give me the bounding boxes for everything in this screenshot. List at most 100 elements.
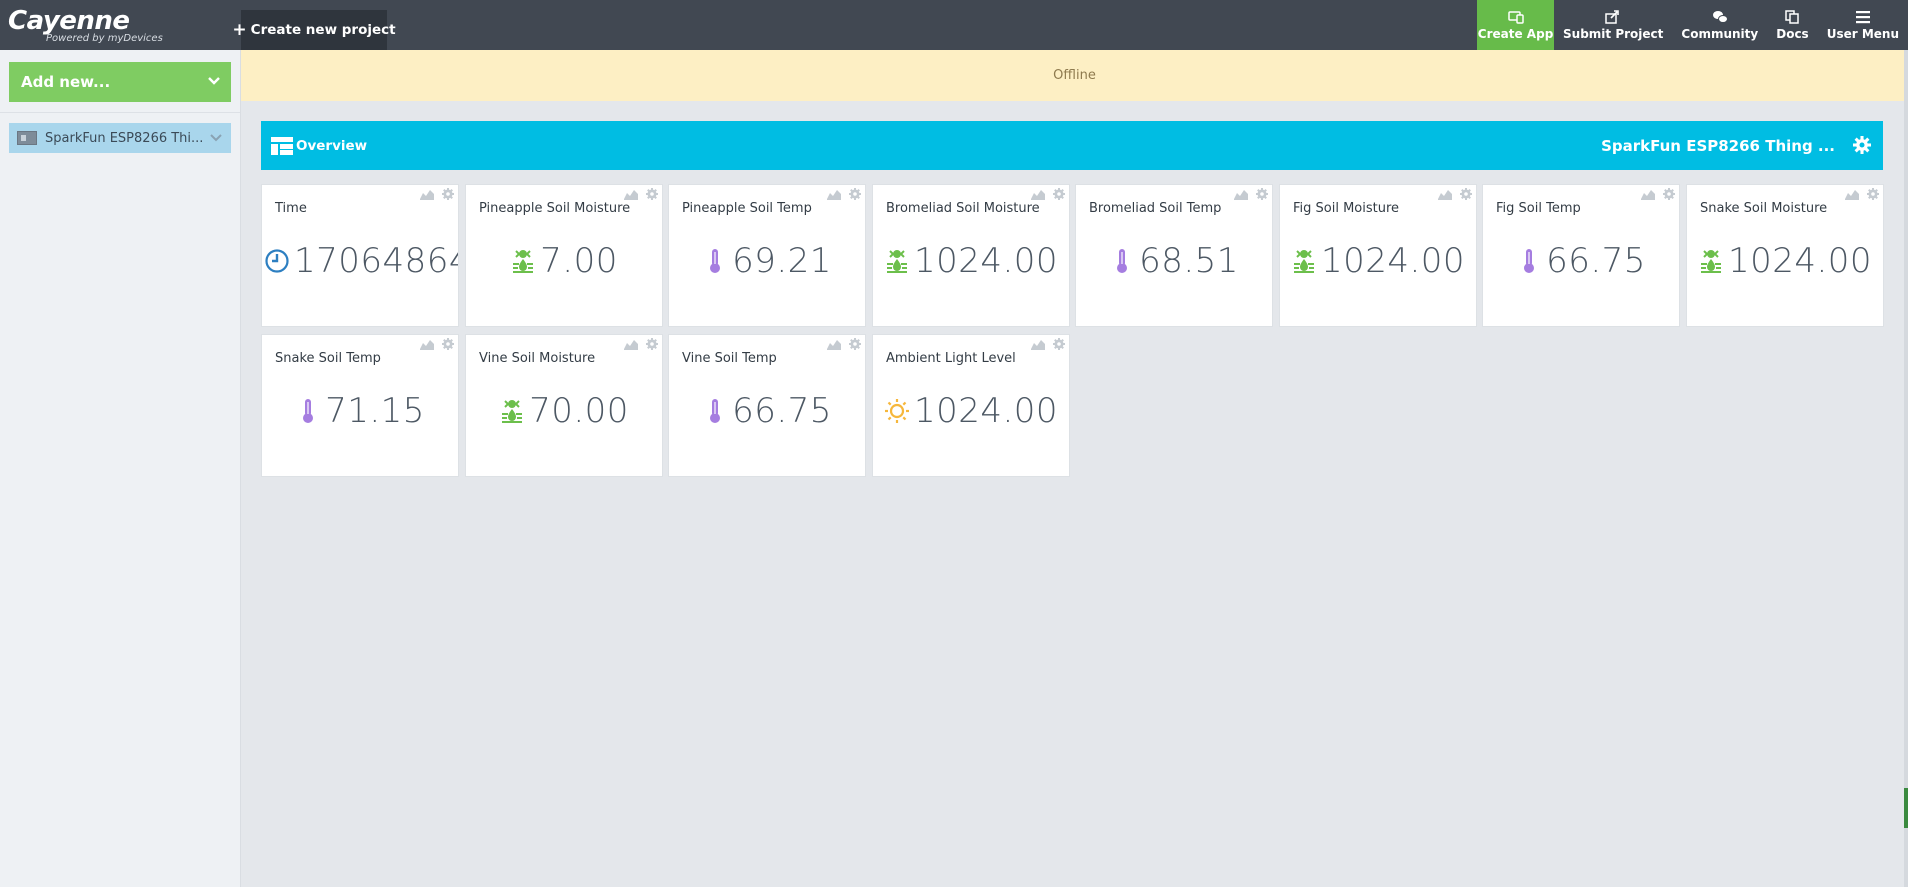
chart-icon[interactable] bbox=[1641, 188, 1655, 200]
add-new-label: Add new... bbox=[21, 73, 111, 91]
widget-card[interactable]: Ambient Light Level 1024.00 bbox=[872, 334, 1070, 477]
submit-project-button[interactable]: Submit Project bbox=[1554, 0, 1672, 50]
widget-title: Snake Soil Moisture bbox=[1700, 201, 1828, 216]
widget-title: Bromeliad Soil Temp bbox=[1089, 201, 1222, 216]
widget-actions bbox=[1845, 188, 1880, 200]
create-new-project-button[interactable]: + Create new project bbox=[232, 10, 396, 50]
thermometer-icon bbox=[295, 397, 325, 425]
gear-icon[interactable] bbox=[1853, 136, 1871, 154]
docs-button[interactable]: Docs bbox=[1767, 0, 1817, 50]
widget-value: 68.51 bbox=[1076, 237, 1272, 285]
add-new-dropdown[interactable]: Add new... bbox=[9, 62, 231, 102]
widget-reading: 1024.00 bbox=[1727, 241, 1873, 281]
chart-icon[interactable] bbox=[1438, 188, 1452, 200]
sidebar: Add new... SparkFun ESP8266 Thi... bbox=[0, 50, 241, 887]
widget-value: 1024.00 bbox=[873, 237, 1069, 285]
widget-card[interactable]: Fig Soil Temp 66.75 bbox=[1482, 184, 1680, 327]
widget-reading: 66.75 bbox=[732, 391, 832, 431]
create-app-button[interactable]: Create App bbox=[1477, 0, 1555, 50]
chart-icon[interactable] bbox=[420, 338, 434, 350]
widget-card[interactable]: Vine Soil Temp 66.75 bbox=[668, 334, 866, 477]
widget-actions bbox=[827, 338, 862, 350]
widget-actions bbox=[1438, 188, 1473, 200]
gear-icon[interactable] bbox=[1052, 188, 1066, 200]
widget-reading: 1024.00 bbox=[1320, 241, 1466, 281]
soil-moisture-icon bbox=[1698, 247, 1728, 275]
plus-icon: + bbox=[232, 20, 247, 40]
widget-actions bbox=[624, 188, 659, 200]
widget-title: Fig Soil Moisture bbox=[1293, 201, 1400, 216]
gear-icon[interactable] bbox=[1052, 338, 1066, 350]
chart-icon[interactable] bbox=[624, 338, 638, 350]
logo-wordmark: Cayenne bbox=[8, 6, 130, 36]
gear-icon[interactable] bbox=[848, 338, 862, 350]
user-menu-button[interactable]: User Menu bbox=[1818, 0, 1908, 50]
widget-card[interactable]: Fig Soil Moisture 1024.00 bbox=[1279, 184, 1477, 327]
hamburger-icon bbox=[1855, 10, 1870, 23]
chevron-down-icon bbox=[208, 77, 220, 85]
chart-icon[interactable] bbox=[1234, 188, 1248, 200]
widget-title: Time bbox=[275, 201, 307, 216]
soil-moisture-icon bbox=[499, 397, 529, 425]
top-nav: Create App Submit Project Community Docs bbox=[1477, 0, 1908, 50]
widget-reading: 1024.00 bbox=[913, 391, 1059, 431]
widget-card[interactable]: Snake Soil Temp 71.15 bbox=[261, 334, 459, 477]
widget-card[interactable]: Time 1706486400 bbox=[261, 184, 459, 327]
scroll-indicator bbox=[1904, 788, 1908, 828]
community-button[interactable]: Community bbox=[1672, 0, 1767, 50]
chart-icon[interactable] bbox=[827, 188, 841, 200]
widget-reading: 66.75 bbox=[1546, 241, 1646, 281]
widget-title: Snake Soil Temp bbox=[275, 351, 381, 366]
gear-icon[interactable] bbox=[1866, 188, 1880, 200]
share-icon bbox=[1605, 9, 1620, 24]
widget-reading: 70.00 bbox=[529, 391, 629, 431]
chat-bubbles-icon bbox=[1712, 10, 1728, 23]
gear-icon[interactable] bbox=[645, 338, 659, 350]
widget-title: Vine Soil Moisture bbox=[479, 351, 596, 366]
chart-icon[interactable] bbox=[1031, 338, 1045, 350]
thermometer-icon bbox=[1516, 247, 1546, 275]
chart-icon[interactable] bbox=[827, 338, 841, 350]
page-scrollbar[interactable] bbox=[1904, 50, 1908, 887]
chevron-down-icon[interactable] bbox=[209, 131, 223, 145]
thermometer-icon bbox=[1109, 247, 1139, 275]
overview-tab[interactable]: Overview bbox=[271, 121, 367, 170]
widget-reading: 7.00 bbox=[540, 241, 618, 281]
submit-project-label: Submit Project bbox=[1563, 26, 1664, 41]
sidebar-item-device[interactable]: SparkFun ESP8266 Thi... bbox=[9, 123, 231, 153]
gear-icon[interactable] bbox=[645, 188, 659, 200]
widget-card[interactable]: Bromeliad Soil Temp 68.51 bbox=[1075, 184, 1273, 327]
widget-grid: Time 1706486400 Pineapple Soil Moisture 7.0… bbox=[261, 184, 1884, 504]
widget-card[interactable]: Bromeliad Soil Moisture 1024.00 bbox=[872, 184, 1070, 327]
widget-value: 71.15 bbox=[262, 387, 458, 435]
offline-banner: Offline bbox=[241, 50, 1908, 101]
widget-title: Fig Soil Temp bbox=[1496, 201, 1581, 216]
cayenne-logo[interactable]: Cayenne Powered by myDevices bbox=[8, 6, 238, 46]
device-board-icon bbox=[17, 131, 37, 145]
widget-card[interactable]: Snake Soil Moisture 1024.00 bbox=[1686, 184, 1884, 327]
chart-icon[interactable] bbox=[1031, 188, 1045, 200]
widget-actions bbox=[1031, 338, 1066, 350]
widget-value: 1024.00 bbox=[1687, 237, 1883, 285]
chart-icon[interactable] bbox=[1845, 188, 1859, 200]
chart-icon[interactable] bbox=[420, 188, 434, 200]
top-bar: Cayenne Powered by myDevices + Create ne… bbox=[0, 0, 1908, 50]
widget-card[interactable]: Vine Soil Moisture 70.00 bbox=[465, 334, 663, 477]
gear-icon[interactable] bbox=[441, 188, 455, 200]
widget-card[interactable]: Pineapple Soil Moisture 7.00 bbox=[465, 184, 663, 327]
widget-actions bbox=[624, 338, 659, 350]
thermometer-icon bbox=[702, 247, 732, 275]
widget-title: Pineapple Soil Temp bbox=[682, 201, 812, 216]
widget-card[interactable]: Pineapple Soil Temp 69.21 bbox=[668, 184, 866, 327]
widget-reading: 68.51 bbox=[1139, 241, 1239, 281]
chart-icon[interactable] bbox=[624, 188, 638, 200]
widget-value: 70.00 bbox=[466, 387, 662, 435]
gear-icon[interactable] bbox=[1662, 188, 1676, 200]
create-new-project-label: Create new project bbox=[250, 22, 396, 38]
widget-actions bbox=[1031, 188, 1066, 200]
device-title: SparkFun ESP8266 Thing ... bbox=[1601, 136, 1835, 155]
gear-icon[interactable] bbox=[848, 188, 862, 200]
gear-icon[interactable] bbox=[1255, 188, 1269, 200]
gear-icon[interactable] bbox=[441, 338, 455, 350]
gear-icon[interactable] bbox=[1459, 188, 1473, 200]
